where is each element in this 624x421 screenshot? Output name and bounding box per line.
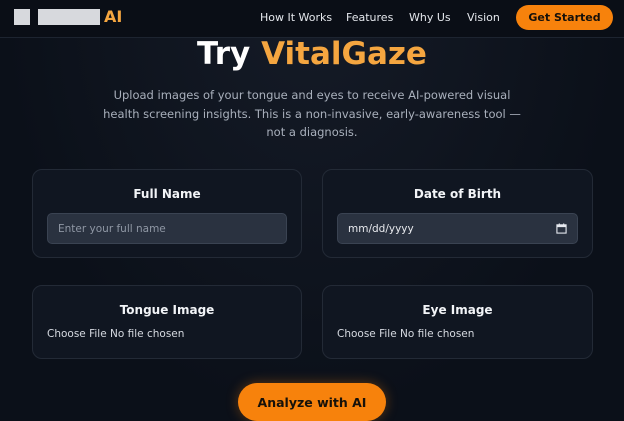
- dob-card: Date of Birth mm/dd/yyyy: [322, 169, 593, 258]
- dob-label: Date of Birth: [413, 187, 502, 201]
- tongue-image-card: Tongue Image Choose File No file chosen: [32, 285, 302, 359]
- page-subtitle: Upload images of your tongue and eyes to…: [103, 88, 521, 139]
- tongue-image-label: Tongue Image: [119, 303, 215, 317]
- get-started-button[interactable]: Get Started: [516, 5, 613, 30]
- full-name-label: Full Name: [133, 187, 201, 201]
- page-title: Try VitalGaze: [0, 36, 624, 72]
- page: AI How It Works Features Why Us Vision G…: [0, 0, 624, 421]
- eye-image-label: Eye Image: [422, 303, 493, 317]
- logo-icon[interactable]: [14, 9, 30, 25]
- eye-file-status: No file chosen: [400, 328, 475, 340]
- nav-link-vision[interactable]: Vision: [467, 11, 500, 24]
- nav-link-features[interactable]: Features: [346, 11, 393, 24]
- tongue-file-input[interactable]: Choose File No file chosen: [47, 328, 184, 340]
- tongue-file-status: No file chosen: [110, 328, 185, 340]
- dob-input[interactable]: mm/dd/yyyy: [337, 213, 578, 244]
- full-name-input[interactable]: [47, 213, 287, 244]
- title-prefix: Try: [197, 36, 251, 72]
- analyze-button[interactable]: Analyze with AI: [238, 383, 386, 421]
- nav-link-how-it-works[interactable]: How It Works: [260, 11, 332, 24]
- eye-file-input[interactable]: Choose File No file chosen: [337, 328, 474, 340]
- dob-value: mm/dd/yyyy: [348, 222, 414, 235]
- tongue-choose-file-button[interactable]: Choose File: [47, 328, 107, 340]
- nav-link-why-us[interactable]: Why Us: [409, 11, 451, 24]
- eye-choose-file-button[interactable]: Choose File: [337, 328, 397, 340]
- eye-image-card: Eye Image Choose File No file chosen: [322, 285, 593, 359]
- full-name-card: Full Name: [32, 169, 302, 258]
- title-brand: VitalGaze: [261, 36, 427, 72]
- logo-wordmark[interactable]: [38, 9, 100, 25]
- navbar: AI How It Works Features Why Us Vision G…: [0, 0, 624, 38]
- logo-ai-text[interactable]: AI: [104, 7, 122, 26]
- calendar-icon[interactable]: [556, 223, 567, 234]
